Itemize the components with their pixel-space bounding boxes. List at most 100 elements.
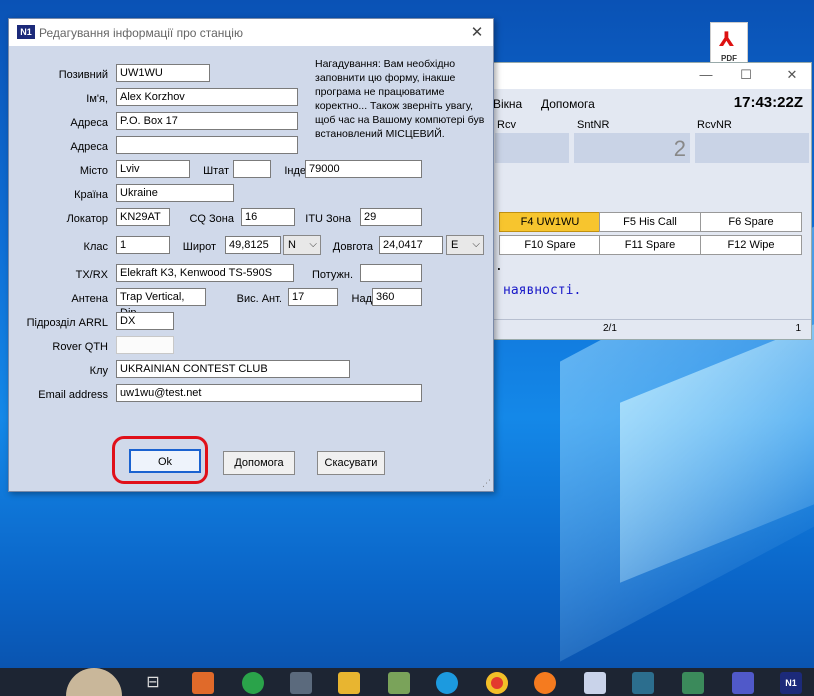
class-input[interactable]: 1 — [116, 236, 170, 254]
power-label: Потужн. — [311, 269, 353, 281]
app-grid-icon[interactable] — [632, 672, 654, 694]
help-button[interactable]: Допомога — [223, 451, 295, 475]
class-label: Клас — [83, 241, 108, 253]
entry-window-titlebar: — ☐ ✕ — [461, 63, 811, 89]
address2-input[interactable] — [116, 136, 298, 154]
ok-highlight-ring — [112, 436, 208, 484]
xampp-icon[interactable] — [192, 672, 214, 694]
menu-help[interactable]: Допомога — [541, 97, 595, 111]
country-input[interactable]: Ukraine — [116, 184, 234, 202]
utc-clock: 17:43:22Z — [733, 94, 803, 111]
f6-button[interactable]: F6 Spare — [700, 212, 802, 232]
city-label: Місто — [79, 165, 108, 177]
ant-height-input[interactable]: 17 — [288, 288, 338, 306]
weather-widget-icon[interactable] — [66, 668, 122, 696]
above-label: Над — [351, 293, 372, 305]
station-info-dialog: N1 Редагування інформації про станцію ✕ … — [8, 18, 494, 492]
maximize-icon[interactable]: ☐ — [731, 67, 761, 85]
calculator-icon[interactable] — [290, 672, 312, 694]
state-label: Штат — [203, 165, 229, 177]
antenna-input[interactable]: Trap Vertical, Dip — [116, 288, 206, 319]
email-label: Email address — [38, 389, 108, 401]
longitude-label: Довгота — [332, 241, 373, 253]
acrobat-icon: ⅄ — [719, 29, 735, 51]
chrome-icon[interactable] — [486, 672, 508, 694]
entry-statusbar: 2/1 1 — [461, 319, 811, 338]
rover-qth-label: Rover QTH — [52, 341, 108, 353]
dialog-title: Редагування інформації про станцію — [39, 26, 243, 40]
rcvnr-field[interactable] — [695, 133, 809, 163]
column-rcv: Rcv — [497, 119, 516, 131]
close-icon[interactable]: ✕ — [467, 23, 487, 41]
city-input[interactable]: Lviv — [116, 160, 190, 178]
cancel-button[interactable]: Скасувати — [317, 451, 385, 475]
zip-input[interactable]: 79000 — [305, 160, 422, 178]
country-label: Країна — [74, 189, 108, 201]
txrx-input[interactable]: Elekraft K3, Kenwood TS-590S — [116, 264, 294, 282]
latitude-input[interactable]: 49,8125 — [225, 236, 281, 254]
rover-qth-input[interactable] — [116, 336, 174, 354]
locator-label: Локатор — [66, 213, 108, 225]
resize-grip-icon[interactable]: ⋰ — [482, 478, 491, 489]
longitude-direction-value: E — [451, 239, 459, 251]
email-input[interactable]: uw1wu@test.net — [116, 384, 422, 402]
menu-windows[interactable]: Вікна — [493, 97, 522, 111]
itu-zone-label: ITU Зона — [305, 213, 351, 225]
club-input[interactable]: UKRAINIAN CONTEST CLUB — [116, 360, 350, 378]
whatsapp-icon[interactable] — [242, 672, 264, 694]
antenna-label: Антена — [71, 293, 108, 305]
file-explorer-icon[interactable] — [338, 672, 360, 694]
longitude-direction-select[interactable]: E ⌵ — [446, 235, 484, 255]
dialog-titlebar: N1 Редагування інформації про станцію ✕ — [9, 19, 493, 46]
chevron-down-icon: ⌵ — [309, 239, 317, 250]
column-sntnr: SntNR — [577, 119, 610, 131]
cq-zone-label: CQ Зона — [189, 213, 234, 225]
longitude-input[interactable]: 24,0417 — [379, 236, 443, 254]
entry-window: — ☐ ✕ Вікна Допомога 17:43:22Z Rcv SntNR… — [460, 62, 812, 340]
chevron-down-icon: ⌵ — [472, 239, 480, 250]
status-count: 2/1 — [603, 323, 617, 334]
name-input[interactable]: Alex Korzhov — [116, 88, 298, 106]
minimize-icon[interactable]: — — [691, 67, 721, 85]
arrl-section-input[interactable]: DX — [116, 312, 174, 330]
address1-input[interactable]: P.O. Box 17 — [116, 112, 298, 130]
status-page: 1 — [795, 323, 801, 334]
arrl-section-label: Підрозділ ARRL — [26, 317, 108, 329]
firefox-icon[interactable] — [534, 672, 556, 694]
f12-button[interactable]: F12 Wipe — [700, 235, 802, 255]
edge-icon[interactable] — [436, 672, 458, 694]
ant-height-label: Вис. Ант. — [236, 293, 282, 305]
close-icon[interactable]: ✕ — [777, 67, 807, 85]
rcv-field[interactable] — [495, 133, 569, 163]
address2-label: Адреса — [70, 141, 108, 153]
itu-zone-input[interactable]: 29 — [360, 208, 422, 226]
f11-button[interactable]: F11 Spare — [599, 235, 701, 255]
status-message: наявності. — [503, 283, 582, 298]
zip-label: Індe — [284, 165, 306, 177]
state-input[interactable] — [233, 160, 271, 178]
latitude-direction-select[interactable]: N ⌵ — [283, 235, 321, 255]
address1-label: Адреса — [70, 117, 108, 129]
app-chart-icon[interactable] — [388, 672, 410, 694]
sntnr-field[interactable]: 2 — [574, 133, 690, 163]
cq-zone-input[interactable]: 16 — [241, 208, 295, 226]
entry-menubar: Вікна Допомога 17:43:22Z — [461, 91, 811, 111]
teams-icon[interactable] — [732, 672, 754, 694]
reminder-text: Нагадування: Вам необхідно заповнити цю … — [315, 58, 485, 140]
locator-input[interactable]: KN29AT — [116, 208, 170, 226]
f4-button[interactable]: F4 UW1WU — [499, 212, 601, 232]
sntnr-value: 2 — [673, 136, 686, 161]
pdf-file-icon[interactable]: ⅄ PDF — [710, 22, 748, 66]
save-icon[interactable] — [584, 672, 606, 694]
taskbar: ⊟ N1 — [0, 668, 814, 696]
power-input[interactable] — [360, 264, 422, 282]
above-input[interactable]: 360 — [372, 288, 422, 306]
f5-button[interactable]: F5 His Call — [599, 212, 701, 232]
task-view-icon[interactable]: ⊟ — [142, 672, 164, 694]
name-label: Ім'я, — [86, 93, 108, 105]
n1mm-taskbar-icon[interactable]: N1 — [780, 672, 802, 694]
callsign-input[interactable]: UW1WU — [116, 64, 210, 82]
f10-button[interactable]: F10 Spare — [499, 235, 601, 255]
app-green-icon[interactable] — [682, 672, 704, 694]
club-label: Клу — [89, 365, 108, 377]
